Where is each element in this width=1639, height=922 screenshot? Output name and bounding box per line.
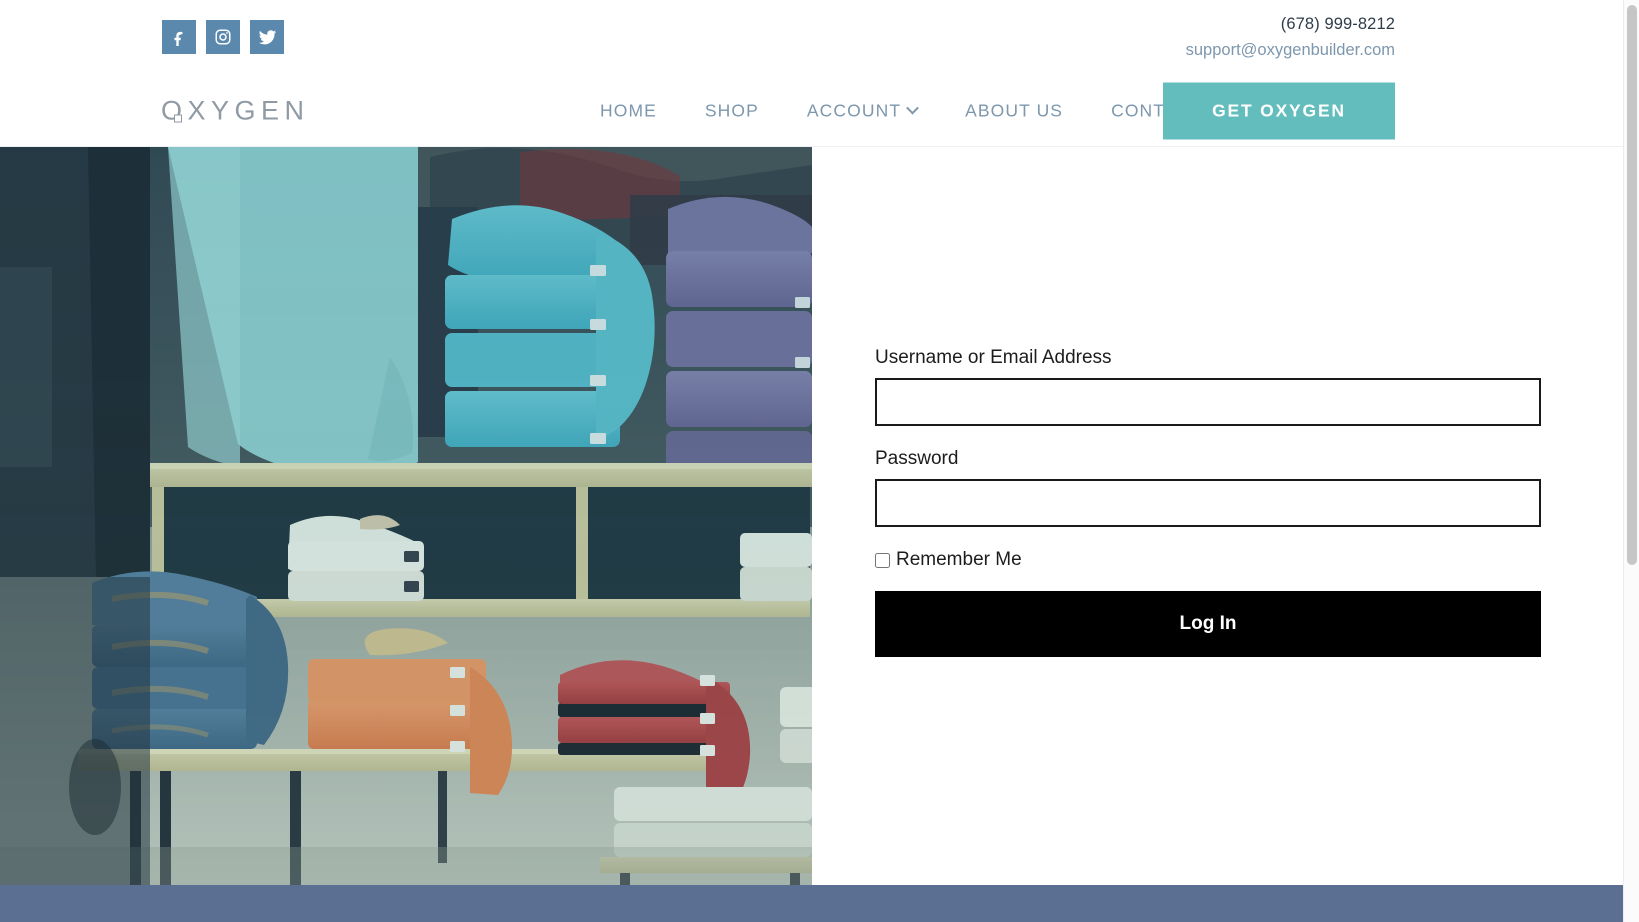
contact-email-link[interactable]: support@oxygenbuilder.com (1186, 39, 1395, 63)
chevron-down-icon (906, 101, 920, 115)
username-input[interactable] (875, 378, 1541, 426)
remember-me-label[interactable]: Remember Me (896, 549, 1022, 571)
nav-item-account[interactable]: ACCOUNT (783, 100, 941, 121)
page-root: (678) 999-8212 support@oxygenbuilder.com… (0, 0, 1639, 922)
password-label: Password (875, 448, 959, 469)
main-navbar: OXYGEN HOME SHOP ACCOUNT ABOUT US CONTAC… (0, 75, 1623, 147)
content-row: Username or Email Address Password Remem… (0, 147, 1623, 885)
login-panel: Username or Email Address Password Remem… (812, 147, 1623, 885)
facebook-link[interactable] (162, 20, 196, 54)
contact-phone: (678) 999-8212 (1280, 15, 1395, 33)
password-field-group: Password (875, 448, 1541, 527)
nav-label-account: ACCOUNT (806, 100, 902, 120)
remember-me-checkbox[interactable] (875, 552, 890, 568)
nav-item-about-us[interactable]: ABOUT US (941, 100, 1087, 121)
site-logo[interactable]: OXYGEN (161, 95, 310, 126)
top-bar: (678) 999-8212 support@oxygenbuilder.com (0, 0, 1623, 75)
password-input[interactable] (875, 479, 1541, 527)
username-field-group: Username or Email Address (875, 347, 1541, 426)
social-links (162, 20, 284, 54)
footer-strip (0, 885, 1623, 922)
facebook-icon (170, 28, 188, 46)
twitter-link[interactable] (250, 20, 284, 54)
username-label: Username or Email Address (875, 347, 1112, 368)
login-form: Username or Email Address Password Remem… (875, 347, 1541, 657)
nav-item-home[interactable]: HOME (576, 100, 681, 121)
instagram-icon (214, 28, 232, 46)
get-oxygen-button[interactable]: GET OXYGEN (1163, 82, 1395, 139)
browser-viewport: (678) 999-8212 support@oxygenbuilder.com… (0, 0, 1623, 922)
primary-nav: HOME SHOP ACCOUNT ABOUT US CONTACT (576, 100, 1226, 121)
instagram-link[interactable] (206, 20, 240, 54)
logo-text: OXYGEN (161, 95, 310, 125)
login-button[interactable]: Log In (875, 591, 1541, 657)
nav-label-about-us: ABOUT US (965, 100, 1064, 120)
contact-info: (678) 999-8212 support@oxygenbuilder.com (1186, 13, 1395, 63)
twitter-icon (258, 28, 277, 47)
nav-item-shop[interactable]: SHOP (681, 100, 783, 121)
scrollbar-thumb[interactable] (1627, 5, 1637, 565)
remember-me-row: Remember Me (875, 549, 1541, 571)
nav-label-home: HOME (600, 100, 657, 120)
hero-image (0, 147, 812, 885)
nav-label-shop: SHOP (704, 100, 759, 120)
page-scrollbar[interactable] (1623, 0, 1639, 922)
